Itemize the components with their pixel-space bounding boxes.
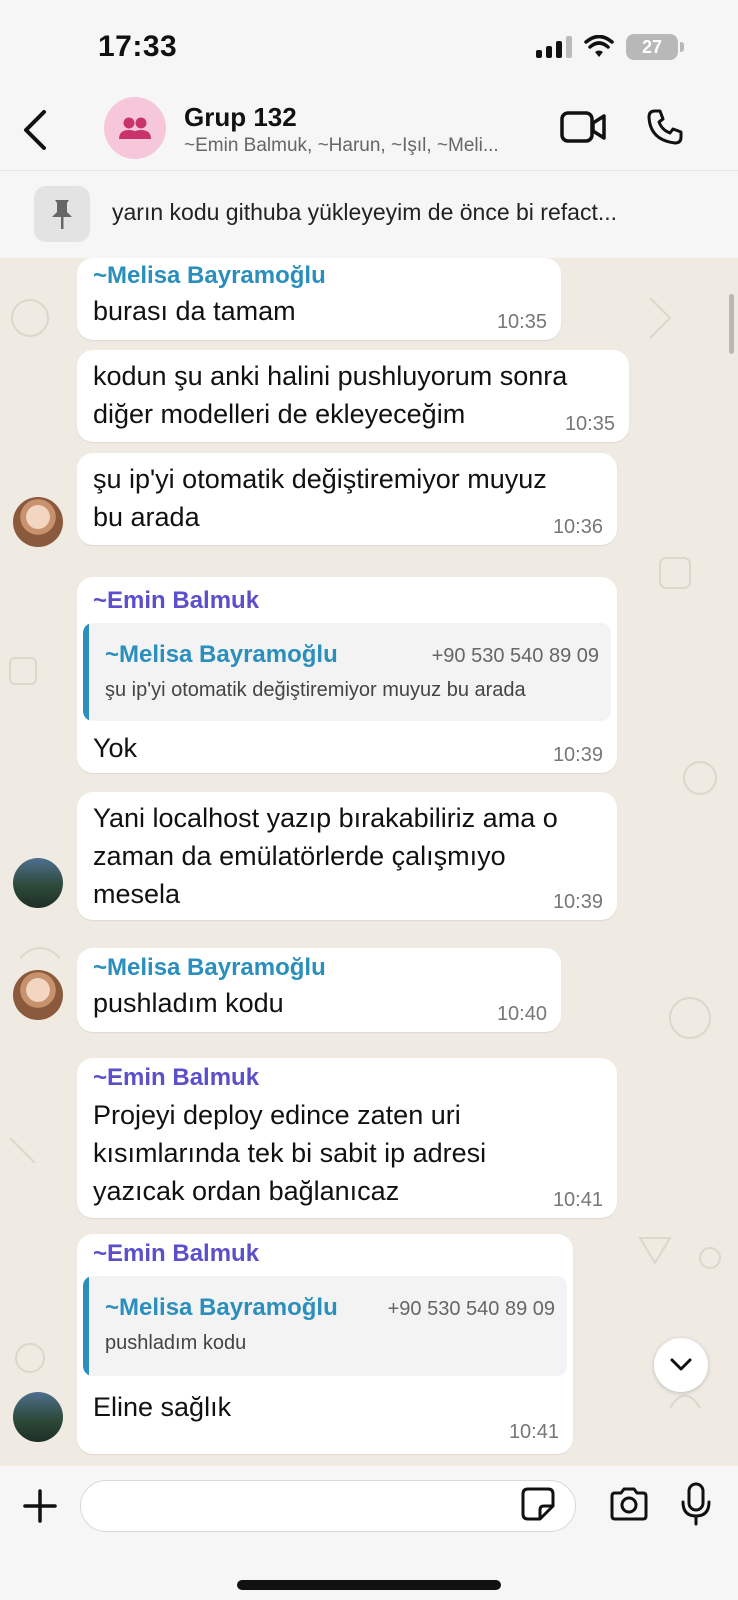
sender-avatar[interactable]	[13, 970, 63, 1020]
top-bar: 17:33 27 Grup 132 ~Emin Balmuk, ~Harun, …	[0, 0, 738, 170]
quoted-text: şu ip'yi otomatik değiştiremiyor muyuz b…	[105, 679, 526, 701]
message-time: 10:41	[508, 1421, 559, 1443]
message-time: 10:40	[496, 1003, 547, 1025]
message-bubble[interactable]: şu ip'yi otomatik değiştiremiyor muyuz b…	[77, 453, 617, 545]
message-time: 10:35	[564, 413, 615, 435]
sticker-icon[interactable]	[520, 1486, 556, 1522]
message-bubble[interactable]: ~Emin Balmuk ~Melisa Bayramoğlu +90 530 …	[77, 577, 617, 773]
message-time: 10:36	[552, 516, 603, 538]
sender-avatar[interactable]	[13, 497, 63, 547]
message-bubble[interactable]: Yani localhost yazıp bırakabiliriz ama o…	[77, 792, 617, 920]
message-text: şu ip'yi otomatik değiştiremiyor muyuz	[93, 464, 547, 494]
quoted-phone: +90 530 540 89 09	[431, 645, 599, 667]
message-text: Yok	[93, 733, 138, 763]
composer-bar	[0, 1466, 738, 1600]
message-text: yazıcak ordan bağlanıcaz	[93, 1176, 400, 1206]
pinned-message-text: yarın kodu githuba yükleyeyim de önce bi…	[112, 199, 618, 225]
back-chevron-icon[interactable]	[18, 108, 54, 152]
quoted-message[interactable]: ~Melisa Bayramoğlu +90 530 540 89 09 pus…	[83, 1276, 567, 1376]
message-bubble[interactable]: ~Melisa Bayramoğlu burası da tamam 10:35	[77, 258, 561, 340]
chat-area[interactable]: ~Melisa Bayramoğlu burası da tamam 10:35…	[0, 258, 738, 1466]
phone-icon[interactable]	[646, 108, 684, 146]
chat-title[interactable]: Grup 132	[184, 102, 297, 133]
scroll-down-button[interactable]	[654, 1338, 708, 1392]
signal-icon	[536, 36, 572, 58]
chat-members[interactable]: ~Emin Balmuk, ~Harun, ~Işıl, ~Meli...	[184, 135, 539, 157]
message-text: bu arada	[93, 502, 200, 532]
sender-avatar[interactable]	[13, 858, 63, 908]
message-text: Yani localhost yazıp bırakabiliriz ama o	[93, 803, 558, 833]
message-sender[interactable]: ~Melisa Bayramoğlu	[93, 954, 326, 982]
message-sender[interactable]: ~Emin Balmuk	[93, 1064, 259, 1092]
message-sender[interactable]: ~Emin Balmuk	[93, 1240, 259, 1268]
home-indicator	[237, 1580, 501, 1590]
message-text: burası da tamam	[93, 296, 296, 326]
message-time: 10:39	[552, 744, 603, 766]
pin-icon	[34, 186, 90, 242]
message-text: diğer modelleri de ekleyeceğim	[93, 399, 466, 429]
battery-level: 27	[641, 36, 663, 57]
plus-icon[interactable]	[22, 1488, 58, 1524]
message-bubble[interactable]: ~Melisa Bayramoğlu pushladım kodu 10:40	[77, 948, 561, 1032]
video-camera-icon[interactable]	[560, 110, 606, 144]
quoted-message[interactable]: ~Melisa Bayramoğlu +90 530 540 89 09 şu …	[83, 623, 611, 721]
message-sender[interactable]: ~Emin Balmuk	[93, 587, 259, 615]
message-text: kısımlarında tek bi sabit ip adresi	[93, 1138, 487, 1168]
quoted-phone: +90 530 540 89 09	[387, 1298, 555, 1320]
pinned-message-bar[interactable]: yarın kodu githuba yükleyeyim de önce bi…	[0, 170, 738, 258]
message-bubble[interactable]: ~Emin Balmuk ~Melisa Bayramoğlu +90 530 …	[77, 1234, 573, 1454]
message-text: pushladım kodu	[93, 988, 284, 1018]
scroll-thumb[interactable]	[729, 294, 734, 354]
chevron-down-icon	[670, 1358, 692, 1371]
microphone-icon[interactable]	[680, 1482, 712, 1526]
battery-icon: 27	[626, 34, 684, 60]
message-text: kodun şu anki halini pushluyorum sonra	[93, 361, 568, 391]
sender-avatar[interactable]	[13, 1392, 63, 1442]
message-text: mesela	[93, 879, 181, 909]
message-time: 10:35	[496, 311, 547, 333]
message-sender[interactable]: ~Melisa Bayramoğlu	[93, 262, 326, 290]
group-avatar[interactable]	[104, 97, 166, 159]
quoted-sender: ~Melisa Bayramoğlu	[105, 1294, 338, 1321]
quoted-text: pushladım kodu	[105, 1332, 247, 1354]
status-time: 17:33	[98, 30, 178, 63]
message-text: Projeyi deploy edince zaten uri	[93, 1100, 461, 1130]
message-bubble[interactable]: ~Emin Balmuk Projeyi deploy edince zaten…	[77, 1058, 617, 1218]
message-text: zaman da emülatörlerde çalışmıyo	[93, 841, 506, 871]
status-icons: 27	[536, 34, 684, 60]
wifi-icon	[584, 35, 614, 57]
camera-icon[interactable]	[608, 1486, 650, 1522]
message-time: 10:41	[552, 1189, 603, 1211]
message-time: 10:39	[552, 891, 603, 913]
quoted-sender: ~Melisa Bayramoğlu	[105, 641, 338, 668]
message-text: Eline sağlık	[93, 1392, 232, 1422]
group-icon	[119, 117, 151, 139]
message-input[interactable]	[80, 1480, 576, 1532]
message-bubble[interactable]: kodun şu anki halini pushluyorum sonra d…	[77, 350, 629, 442]
